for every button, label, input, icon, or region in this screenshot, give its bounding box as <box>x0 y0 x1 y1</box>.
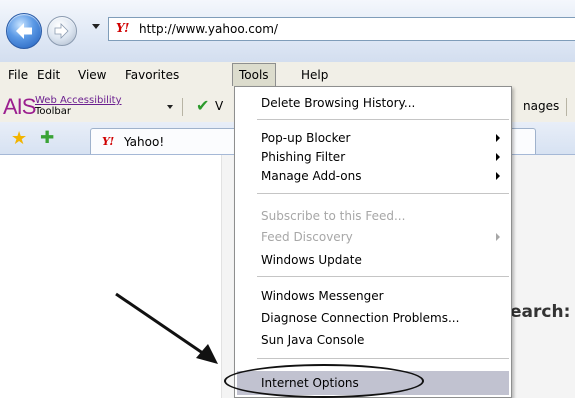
menu-item-manage-addons[interactable]: Manage Add-ons <box>261 169 361 183</box>
menu-item-sun-java-console[interactable]: Sun Java Console <box>261 333 364 347</box>
menu-favorites[interactable]: Favorites <box>125 68 179 82</box>
toolbar-separator <box>566 98 567 116</box>
menu-separator <box>257 193 509 194</box>
menu-item-delete-browsing-history[interactable]: Delete Browsing History... <box>261 96 415 110</box>
ais-toolbar-menu[interactable]: Web Accessibility Toolbar <box>35 95 122 117</box>
menu-file-label: File <box>8 68 29 82</box>
ais-logo: AIS <box>3 94 36 119</box>
menu-help-label: Help <box>301 68 329 82</box>
address-text: http://www.yahoo.com/ <box>139 22 278 36</box>
forward-arrow-icon <box>54 23 69 39</box>
submenu-arrow-icon <box>496 134 500 142</box>
menu-separator <box>257 119 509 120</box>
menu-tools[interactable]: Tools <box>232 63 276 86</box>
menu-item-windows-update[interactable]: Windows Update <box>261 253 362 267</box>
menu-separator <box>257 276 509 277</box>
menu-separator <box>257 358 509 359</box>
forward-button[interactable] <box>47 16 77 46</box>
back-button[interactable] <box>6 13 42 49</box>
menu-item-popup-blocker[interactable]: Pop-up Blocker <box>261 131 350 145</box>
annotation-arrow-icon <box>115 292 218 364</box>
menu-tools-label: Tools <box>239 68 269 82</box>
ais-toolbar-title-line2: Toolbar <box>35 106 72 117</box>
menu-view[interactable]: View <box>78 68 106 82</box>
menu-edit-label: Edit <box>37 68 61 82</box>
menu-help[interactable]: Help <box>301 68 328 82</box>
menu-file[interactable]: File <box>8 68 28 82</box>
tab-label: Yahoo! <box>124 135 165 149</box>
favorites-star-icon[interactable]: ★ <box>11 128 27 149</box>
yahoo-favicon-icon: Y! <box>116 21 129 35</box>
images-menu-label[interactable]: nages <box>523 99 559 113</box>
menu-item-phishing-filter[interactable]: Phishing Filter <box>261 150 345 164</box>
ais-toolbar-title-line1: Web Accessibility <box>35 95 122 106</box>
submenu-arrow-icon <box>496 233 500 241</box>
menu-item-feed-discovery: Feed Discovery <box>261 230 353 244</box>
menu-item-diagnose-connection[interactable]: Diagnose Connection Problems... <box>261 311 459 325</box>
back-arrow-icon <box>16 23 32 39</box>
tools-dropdown-menu: Delete Browsing History... Pop-up Blocke… <box>234 86 512 398</box>
submenu-arrow-icon <box>496 153 500 161</box>
menu-item-subscribe-feed: Subscribe to this Feed... <box>261 209 406 223</box>
menu-item-windows-messenger[interactable]: Windows Messenger <box>261 289 384 303</box>
menu-view-label: View <box>78 68 107 82</box>
toolbar-separator <box>182 98 183 116</box>
validate-check-icon[interactable]: ✔ <box>196 96 209 115</box>
validate-label[interactable]: V <box>215 99 223 113</box>
submenu-arrow-icon <box>496 172 500 180</box>
address-bar[interactable]: Y! http://www.yahoo.com/ <box>108 17 575 41</box>
recent-pages-dropdown-icon[interactable] <box>92 24 100 29</box>
menu-favorites-label: Favorites <box>125 68 180 82</box>
yahoo-favicon-icon: Y! <box>102 135 114 148</box>
ais-dropdown-icon[interactable] <box>167 105 173 109</box>
annotation-ellipse <box>224 364 424 398</box>
menu-edit[interactable]: Edit <box>37 68 60 82</box>
add-favorite-icon[interactable]: ✚ <box>40 128 54 148</box>
search-heading-fragment: earch: <box>510 302 571 322</box>
